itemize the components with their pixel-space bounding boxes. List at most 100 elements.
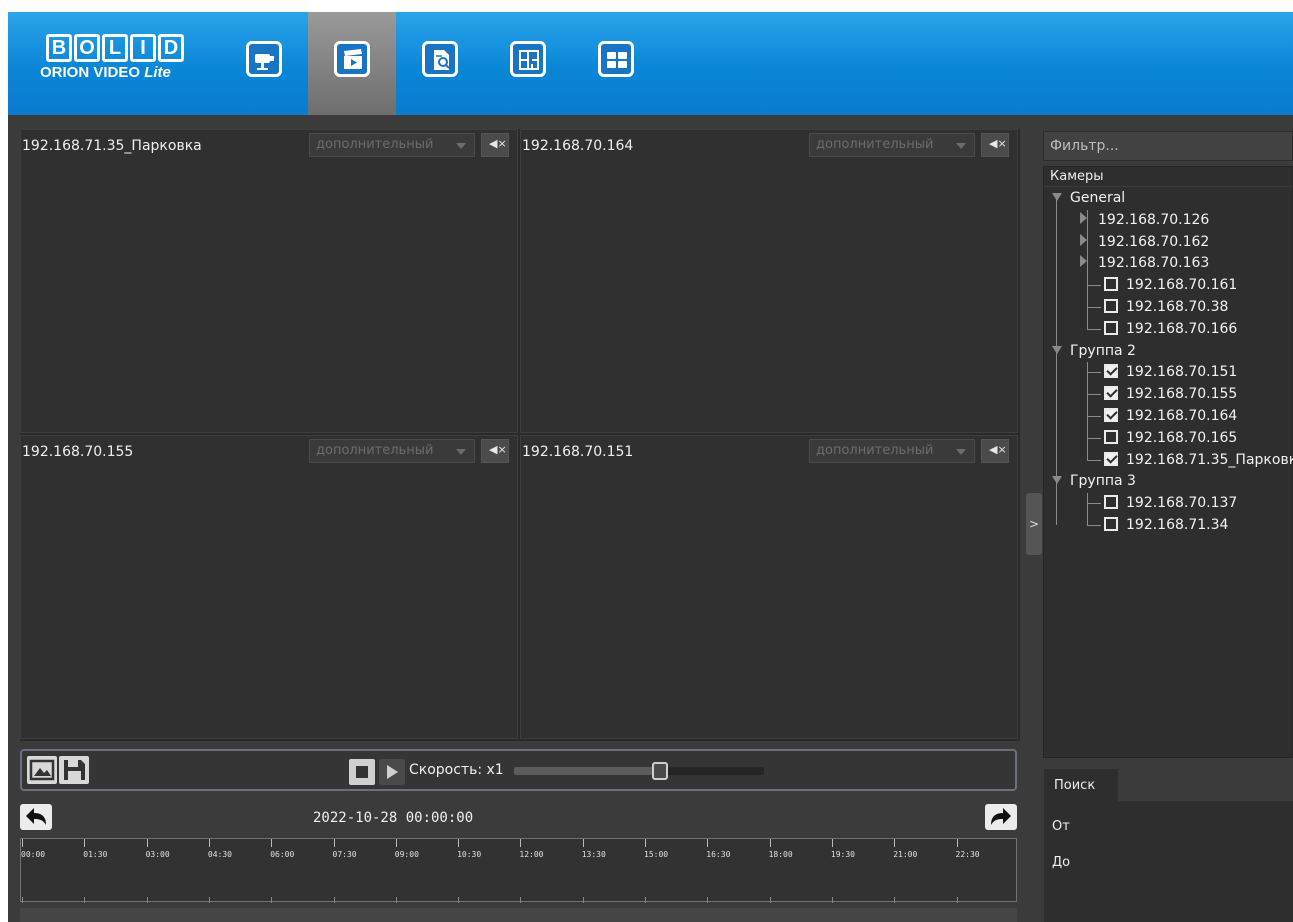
- tick-line: [769, 839, 771, 847]
- expand-down-icon[interactable]: [1052, 476, 1062, 485]
- tick-label: 15:00: [644, 850, 669, 859]
- save-button[interactable]: [59, 756, 89, 784]
- video-cell[interactable]: 192.168.70.155 дополнительный ◀×: [20, 435, 518, 739]
- camera-checkbox[interactable]: [1104, 495, 1118, 510]
- chevron-down-icon: [456, 449, 466, 455]
- video-archive-icon: [334, 41, 370, 77]
- tab-reports[interactable]: [396, 12, 484, 115]
- camera-checkbox[interactable]: [1104, 320, 1118, 335]
- tree-group[interactable]: Группа 2: [1052, 341, 1136, 362]
- chevron-down-icon: [456, 143, 466, 149]
- main-area: 192.168.71.35_Парковка дополнительный ◀×…: [8, 115, 1293, 922]
- camera-checkbox[interactable]: [1104, 408, 1118, 422]
- tree-item[interactable]: 192.168.70.166: [1104, 319, 1237, 340]
- collapse-panel-button[interactable]: >: [1026, 493, 1042, 555]
- tick-line: [208, 897, 210, 903]
- tab-archive[interactable]: [308, 12, 396, 115]
- tick-line: [458, 839, 460, 847]
- camera-checkbox[interactable]: [1104, 364, 1118, 379]
- tree-connector: [1087, 362, 1088, 461]
- stream-select[interactable]: дополнительный: [309, 133, 475, 157]
- tick-line: [458, 897, 460, 903]
- tick-line: [84, 897, 86, 903]
- stop-button[interactable]: [349, 759, 375, 785]
- image-icon: [29, 759, 55, 781]
- tree-item-label: 192.168.70.126: [1098, 211, 1210, 228]
- speed-slider[interactable]: [514, 762, 764, 780]
- tick-line: [84, 839, 86, 847]
- tree-item[interactable]: 192.168.70.126: [1080, 210, 1209, 231]
- expand-down-icon[interactable]: [1052, 345, 1062, 354]
- tree-connector: [1087, 209, 1088, 330]
- tree-item[interactable]: 192.168.70.161: [1104, 275, 1237, 296]
- tree-item[interactable]: 192.168.71.35_Парковка: [1104, 450, 1293, 471]
- slider-handle[interactable]: [652, 762, 668, 780]
- expand-right-icon[interactable]: [1080, 255, 1087, 268]
- tick-line: [956, 897, 958, 903]
- tree-item[interactable]: 192.168.70.163: [1080, 253, 1209, 274]
- stream-select[interactable]: дополнительный: [309, 439, 475, 463]
- stream-select[interactable]: дополнительный: [809, 133, 975, 157]
- expand-right-icon[interactable]: [1080, 211, 1087, 224]
- tick-label: 00:00: [21, 850, 46, 859]
- camera-checkbox[interactable]: [1104, 517, 1118, 531]
- tick-line: [645, 839, 646, 847]
- tree-item[interactable]: 192.168.70.155: [1104, 384, 1237, 405]
- tick-line: [894, 897, 896, 903]
- tree-item[interactable]: 192.168.71.34: [1104, 515, 1228, 536]
- mute-button[interactable]: ◀×: [481, 439, 509, 463]
- tree-item[interactable]: 192.168.70.137: [1104, 493, 1237, 514]
- tree-item[interactable]: 192.168.70.151: [1104, 362, 1237, 383]
- video-cell[interactable]: 192.168.70.164 дополнительный ◀×: [520, 129, 1018, 433]
- tick-label: 12:00: [519, 850, 544, 859]
- tree-group-label: Группа 2: [1070, 342, 1136, 359]
- camera-checkbox[interactable]: [1104, 277, 1118, 292]
- timeline-scrollbar[interactable]: [20, 908, 1017, 922]
- next-day-button[interactable]: [985, 804, 1017, 830]
- mute-button[interactable]: ◀×: [981, 439, 1009, 463]
- tree-group[interactable]: Группа 3: [1052, 471, 1136, 492]
- arrow-back-icon: [26, 808, 46, 825]
- camera-checkbox[interactable]: [1104, 386, 1118, 401]
- camera-checkbox[interactable]: [1104, 451, 1118, 466]
- mute-button[interactable]: ◀×: [981, 133, 1009, 157]
- tree-item-label: 192.168.70.166: [1126, 320, 1238, 337]
- video-cell[interactable]: 192.168.70.151 дополнительный ◀×: [520, 435, 1018, 739]
- tree-item[interactable]: 192.168.70.165: [1104, 428, 1237, 449]
- mute-button[interactable]: ◀×: [481, 133, 509, 157]
- camera-checkbox[interactable]: [1104, 299, 1118, 313]
- tree-item-label: 192.168.71.34: [1126, 517, 1229, 533]
- stream-select[interactable]: дополнительный: [809, 439, 975, 463]
- tree-group[interactable]: General: [1052, 188, 1125, 209]
- camera-checkbox[interactable]: [1104, 429, 1118, 444]
- floor-plan-icon: [510, 41, 546, 77]
- prev-day-button[interactable]: [20, 804, 52, 830]
- tree-item[interactable]: 192.168.70.164: [1104, 406, 1237, 427]
- tree-connector: [1087, 493, 1088, 526]
- arrow-forward-icon: [991, 808, 1011, 825]
- tab-plans[interactable]: [484, 12, 572, 115]
- tab-cameras[interactable]: [220, 12, 308, 115]
- tick-line: [520, 839, 522, 847]
- timeline[interactable]: 00:00 01:30 03:00 04:30 06:00 07:30 09:00 10:30…: [20, 838, 1017, 903]
- tab-search[interactable]: Поиск: [1044, 769, 1118, 801]
- expand-right-icon[interactable]: [1080, 233, 1087, 246]
- logo-letter: D: [158, 34, 184, 62]
- snapshot-button[interactable]: [27, 756, 57, 784]
- tick-label: 06:00: [270, 850, 295, 859]
- tab-layouts[interactable]: [572, 12, 660, 115]
- tree-connector: [1087, 394, 1101, 396]
- expand-down-icon[interactable]: [1052, 193, 1062, 201]
- filter-input[interactable]: Фильтр...: [1043, 131, 1293, 161]
- tick-label: 01:30: [83, 850, 108, 859]
- app-header: BOLID ORION VIDEO Lite: [8, 12, 1293, 115]
- tree-item[interactable]: 192.168.70.162: [1080, 232, 1209, 253]
- video-cell[interactable]: 192.168.71.35_Парковка дополнительный ◀×: [20, 129, 518, 433]
- tree-item[interactable]: 192.168.70.38: [1104, 297, 1228, 318]
- play-button[interactable]: [379, 759, 405, 785]
- tree-group-label: Группа 3: [1070, 473, 1136, 490]
- tick-label: 09:00: [394, 850, 419, 859]
- tree-item-label: 192.168.70.161: [1126, 277, 1238, 294]
- tree-connector: [1087, 525, 1101, 526]
- tick-line: [582, 897, 584, 903]
